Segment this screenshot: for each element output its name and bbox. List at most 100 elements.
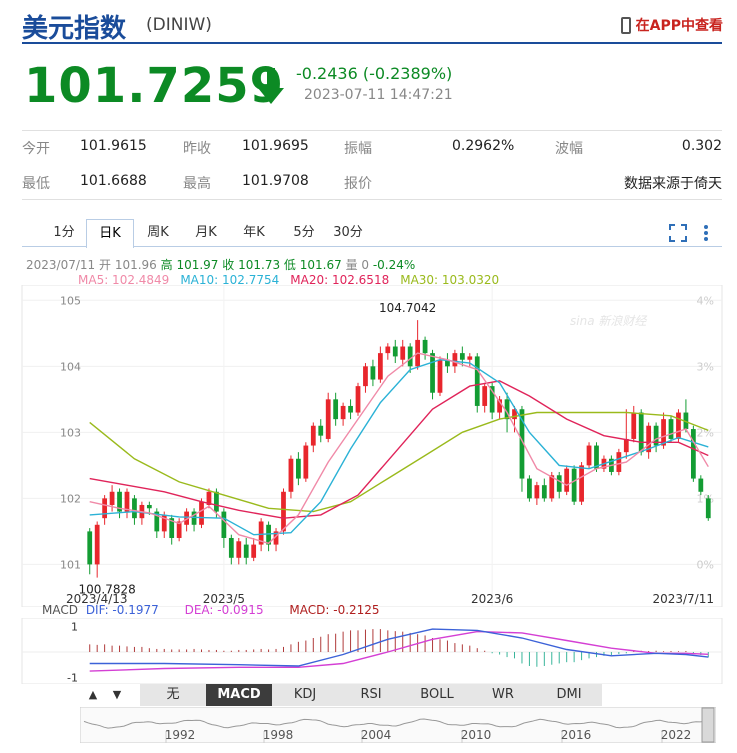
pct-tick-label: 2% — [697, 426, 714, 439]
stat-label: 振幅 — [344, 141, 372, 157]
candle-body — [430, 353, 435, 393]
candle-body — [437, 359, 443, 393]
macd-dif-line — [89, 628, 709, 667]
candle-body — [303, 445, 309, 479]
macd-dea-line — [89, 630, 709, 672]
period-tab[interactable]: 30分 — [326, 219, 370, 247]
period-tab[interactable]: 日K — [86, 219, 134, 248]
y-tick-label: 105 — [60, 294, 81, 307]
indicator-tab[interactable]: 无 — [140, 684, 207, 706]
candle-body — [102, 498, 108, 519]
more-options-icon[interactable] — [700, 223, 712, 243]
down-arrow-icon — [258, 68, 284, 104]
candle-body — [661, 419, 666, 446]
candle-body — [281, 491, 286, 532]
overview-year-label: 2016 — [561, 728, 592, 742]
candle-body — [534, 485, 540, 499]
pct-tick-label: 3% — [697, 360, 714, 373]
macd-dea: DEA: -0.0915 — [184, 603, 264, 617]
info-low: 低 101.67 — [283, 258, 342, 272]
candle-body — [251, 544, 257, 558]
indicator-tab[interactable]: DMI — [536, 684, 603, 706]
candle-body — [467, 356, 473, 360]
info-close: 收 101.73 — [222, 258, 281, 272]
fullscreen-icon[interactable] — [668, 223, 688, 243]
candle-body — [668, 419, 674, 439]
candle-body — [385, 346, 391, 354]
quote-time: 2023-07-11 14:47:21 — [304, 87, 453, 103]
phone-icon — [620, 16, 631, 34]
period-tab[interactable]: 周K — [136, 219, 180, 247]
candle-body — [549, 475, 555, 499]
stat-label: 报价 — [344, 176, 372, 192]
indicator-tab[interactable]: MACD — [206, 684, 273, 706]
candle-body — [474, 356, 480, 406]
macd-y-tick: -1 — [67, 671, 78, 684]
stat-value: 0.302 — [681, 138, 722, 154]
info-open: 开 101.96 — [99, 258, 157, 272]
candle-body — [340, 405, 346, 420]
indicator-tab[interactable]: KDJ — [272, 684, 339, 706]
candle-body — [228, 537, 234, 558]
indicator-tab[interactable]: BOLL — [404, 684, 471, 706]
indicator-tab[interactable]: WR — [470, 684, 537, 706]
candle-body — [199, 501, 204, 525]
candle-body — [616, 452, 622, 472]
candle-body — [221, 511, 227, 538]
candle-body — [564, 468, 570, 492]
scroll-down-icon[interactable]: ▼ — [106, 684, 128, 706]
candle-body — [482, 386, 488, 406]
stat-label: 波幅 — [555, 141, 583, 157]
stat-value: 101.9615 — [80, 138, 147, 154]
info-high: 高 101.97 — [160, 258, 219, 272]
scroll-up-icon[interactable]: ▲ — [82, 684, 104, 706]
candlestick-chart: 105 4%104 3%103 2%102 1%101 0%2023/4/13 2023/5… — [21, 285, 723, 607]
candle-body — [705, 498, 711, 519]
candle-body — [370, 366, 376, 380]
candle-body — [333, 399, 339, 420]
period-tab[interactable]: 1分 — [42, 219, 86, 247]
candle-body — [690, 429, 696, 479]
candle-body — [355, 386, 361, 413]
period-tab[interactable]: 年K — [232, 219, 276, 247]
open-in-app-label: 在APP中查看 — [635, 18, 723, 34]
candle-body — [698, 478, 704, 492]
y-tick-label: 101 — [60, 558, 81, 571]
period-tab[interactable]: 5分 — [282, 219, 326, 247]
indicator-tab[interactable]: RSI — [338, 684, 405, 706]
candle-body — [459, 353, 465, 360]
macd-chart: 1 -1 — [21, 618, 723, 684]
candle-body — [363, 366, 368, 387]
candle-body — [422, 339, 428, 354]
candle-body — [638, 412, 644, 453]
candle-body — [318, 425, 324, 436]
candle-body — [452, 353, 458, 367]
overview-year-label: 2004 — [361, 728, 392, 742]
candle-body — [571, 468, 577, 502]
watermark: sina 新浪财经 — [570, 314, 648, 328]
page-title: 美元指数 — [22, 14, 127, 44]
stats-divider-top — [22, 130, 722, 131]
pct-tick-label: 0% — [697, 558, 714, 571]
max-price-label: 104.7042 — [379, 301, 436, 315]
overview-range-handle[interactable] — [701, 707, 715, 743]
candle-body — [579, 465, 584, 502]
price-change: -0.2436 (-0.2389%) — [296, 64, 453, 83]
period-tab[interactable]: 月K — [184, 219, 228, 247]
candle-body — [132, 498, 137, 519]
candle-body — [586, 445, 592, 466]
history-overview-scrollbar[interactable]: 1992 1998 2004 2010 2016 2022 — [80, 707, 716, 743]
ohlc-info-line: 2023/07/11 开 101.96 高 101.97 收 101.73 低 … — [26, 256, 415, 273]
macd-title: MACD — [42, 603, 78, 617]
candle-body — [146, 504, 152, 509]
y-tick-label: 104 — [60, 360, 81, 373]
macd-dif: DIF: -0.1977 — [85, 603, 159, 617]
candle-body — [623, 438, 629, 453]
current-price: 101.7259 — [24, 58, 285, 114]
x-tick-label: 2023/7/11 — [652, 592, 714, 606]
header-divider — [22, 42, 722, 44]
stat-value: 101.9708 — [242, 173, 309, 189]
y-tick-label: 103 — [60, 426, 81, 439]
candle-body — [407, 346, 413, 367]
open-in-app-link[interactable]: 在APP中查看 — [620, 15, 723, 35]
